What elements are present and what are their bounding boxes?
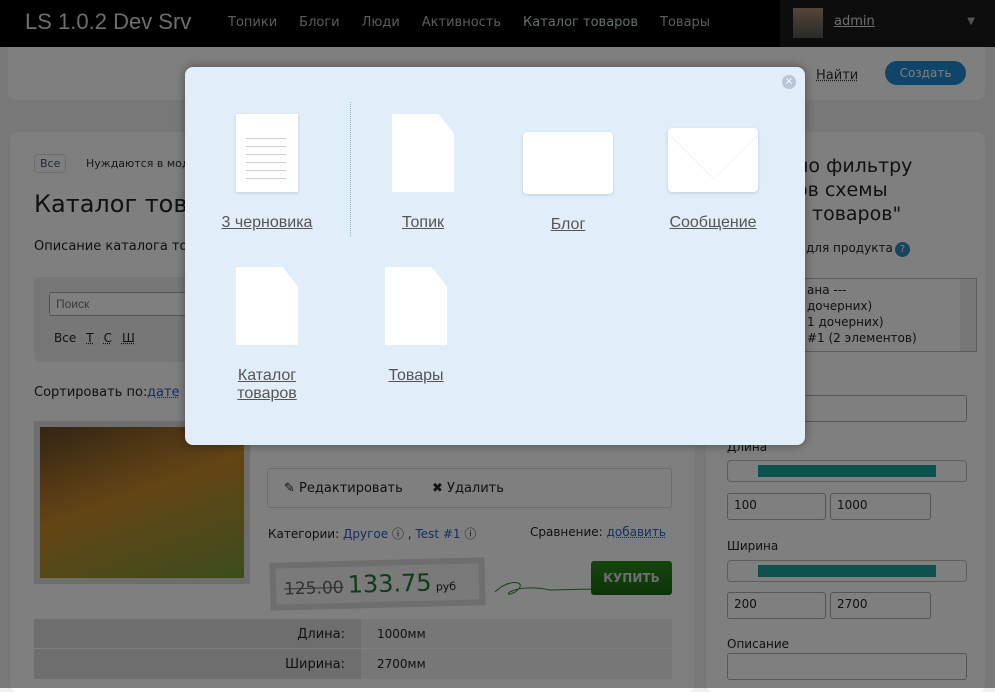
document-icon xyxy=(236,267,298,345)
divider xyxy=(350,102,351,237)
catalog-link[interactable]: Каталог товаров xyxy=(232,367,302,403)
document-icon xyxy=(392,114,454,192)
create-modal: × 3 черновика Топик Блог Сообщение Катал… xyxy=(185,67,805,445)
blog-item[interactable]: Блог xyxy=(508,114,628,234)
topic-item[interactable]: Топик xyxy=(363,114,483,232)
blog-link[interactable]: Блог xyxy=(508,216,628,234)
folder-icon xyxy=(523,132,613,194)
message-link[interactable]: Сообщение xyxy=(653,214,773,232)
products-item[interactable]: Товары xyxy=(356,267,476,385)
drafts-icon xyxy=(236,114,298,192)
drafts-link[interactable]: 3 черновика xyxy=(207,214,327,232)
products-link[interactable]: Товары xyxy=(356,367,476,385)
envelope-icon xyxy=(668,128,758,192)
close-icon[interactable]: × xyxy=(782,75,796,89)
message-item[interactable]: Сообщение xyxy=(653,114,773,232)
catalog-item[interactable]: Каталог товаров xyxy=(207,267,327,403)
topic-link[interactable]: Топик xyxy=(363,214,483,232)
document-icon xyxy=(385,267,447,345)
drafts-item[interactable]: 3 черновика xyxy=(207,114,327,232)
